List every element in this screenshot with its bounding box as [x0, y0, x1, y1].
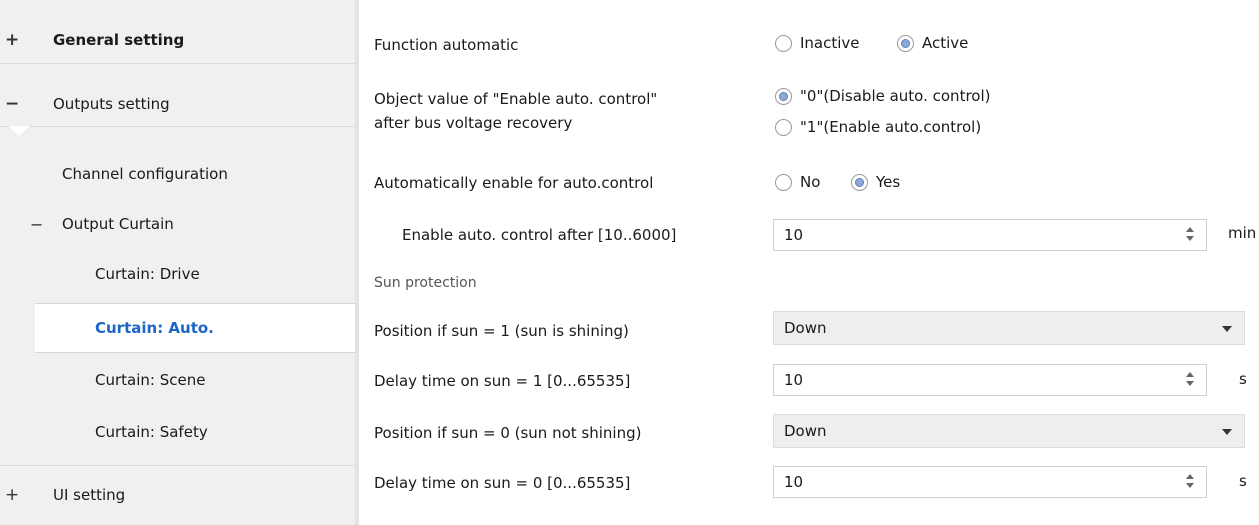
spinner-arrows-icon[interactable] [1186, 226, 1196, 244]
radio-label: Active [922, 34, 969, 52]
delay-sun-0-spinbox[interactable]: 10 [773, 466, 1207, 498]
settings-panel: Function automatic Inactive Active Objec… [359, 0, 1259, 525]
radio-circle[interactable] [775, 173, 792, 191]
enable-auto-control-radio[interactable]: "1"(Enable auto.control) [775, 118, 981, 136]
enable-auto-control-value-label-line2: after bus voltage recovery [374, 114, 573, 132]
sidebar-item-label: Curtain: Drive [95, 265, 200, 283]
sidebar-item-label: Output Curtain [62, 215, 174, 233]
radio-label: Yes [876, 173, 901, 191]
function-automatic-active-radio[interactable]: Active [897, 34, 968, 52]
enable-after-spinbox[interactable]: 10 [773, 219, 1207, 251]
expand-plus-icon[interactable]: + [5, 30, 19, 50]
sidebar-item-label: Outputs setting [53, 95, 170, 113]
collapse-minus-icon[interactable]: − [5, 94, 19, 114]
spinbox-value[interactable]: 10 [784, 473, 803, 491]
auto-enable-yes-radio[interactable]: Yes [851, 173, 900, 191]
position-sun-1-label: Position if sun = 1 (sun is shining) [374, 322, 629, 340]
divider [0, 126, 355, 127]
delay-sun-1-unit: s [1239, 370, 1247, 388]
disable-auto-control-radio[interactable]: "0"(Disable auto. control) [775, 87, 990, 105]
delay-sun-0-label: Delay time on sun = 0 [0...65535] [374, 474, 631, 492]
sidebar-item-ui-setting[interactable]: + UI setting [0, 471, 355, 519]
sidebar-item-curtain-scene[interactable]: Curtain: Scene [0, 356, 355, 404]
sidebar-item-curtain-safety[interactable]: Curtain: Safety [0, 408, 355, 456]
radio-circle[interactable] [775, 87, 792, 105]
sidebar-item-curtain-auto[interactable]: Curtain: Auto. [35, 303, 356, 353]
auto-enable-no-radio[interactable]: No [775, 173, 820, 191]
sidebar-item-label: Curtain: Scene [95, 371, 206, 389]
radio-circle[interactable] [897, 34, 914, 52]
position-sun-0-dropdown[interactable]: Down [773, 414, 1245, 448]
sidebar-item-label: Curtain: Safety [95, 423, 208, 441]
enable-auto-control-value-label-line1: Object value of "Enable auto. control" [374, 90, 658, 108]
sidebar-item-label: Curtain: Auto. [95, 319, 214, 337]
position-sun-0-label: Position if sun = 0 (sun not shining) [374, 424, 642, 442]
collapse-minus-icon[interactable]: − [30, 215, 43, 234]
enable-after-unit: min [1228, 224, 1257, 242]
expand-plus-icon[interactable]: + [5, 485, 19, 505]
sidebar-item-label: Channel configuration [62, 165, 228, 183]
sidebar-item-output-curtain[interactable]: − Output Curtain [0, 200, 355, 248]
sun-protection-heading: Sun protection [374, 275, 477, 291]
delay-sun-1-spinbox[interactable]: 10 [773, 364, 1207, 396]
radio-circle[interactable] [775, 118, 792, 136]
delay-sun-0-unit: s [1239, 472, 1247, 490]
function-automatic-label: Function automatic [374, 36, 519, 54]
dropdown-value: Down [784, 422, 827, 440]
sidebar-item-channel-configuration[interactable]: Channel configuration [0, 150, 355, 198]
sidebar-item-outputs-setting[interactable]: − Outputs setting [0, 80, 355, 128]
radio-label: "1"(Enable auto.control) [800, 118, 982, 136]
function-automatic-inactive-radio[interactable]: Inactive [775, 34, 860, 52]
sidebar-item-general-setting[interactable]: + General setting [0, 16, 355, 64]
sidebar-item-label: General setting [53, 30, 185, 49]
enable-after-label: Enable auto. control after [10..6000] [402, 226, 677, 244]
spinbox-value[interactable]: 10 [784, 371, 803, 389]
dropdown-value: Down [784, 319, 827, 337]
selection-pointer [8, 126, 30, 136]
position-sun-1-dropdown[interactable]: Down [773, 311, 1245, 345]
divider [0, 465, 355, 466]
spinner-arrows-icon[interactable] [1186, 473, 1196, 491]
chevron-down-icon[interactable] [1222, 326, 1232, 332]
spinbox-value[interactable]: 10 [784, 226, 803, 244]
delay-sun-1-label: Delay time on sun = 1 [0...65535] [374, 372, 631, 390]
sidebar-item-label: UI setting [53, 486, 126, 504]
sidebar-item-curtain-drive[interactable]: Curtain: Drive [0, 250, 355, 298]
chevron-down-icon[interactable] [1222, 429, 1232, 435]
radio-label: No [800, 173, 821, 191]
spinner-arrows-icon[interactable] [1186, 371, 1196, 389]
radio-circle[interactable] [851, 173, 868, 191]
radio-label: Inactive [800, 34, 860, 52]
radio-circle[interactable] [775, 34, 792, 52]
radio-label: "0"(Disable auto. control) [800, 87, 991, 105]
sidebar: + General setting − Outputs setting Chan… [0, 0, 356, 525]
auto-enable-label: Automatically enable for auto.control [374, 174, 654, 192]
